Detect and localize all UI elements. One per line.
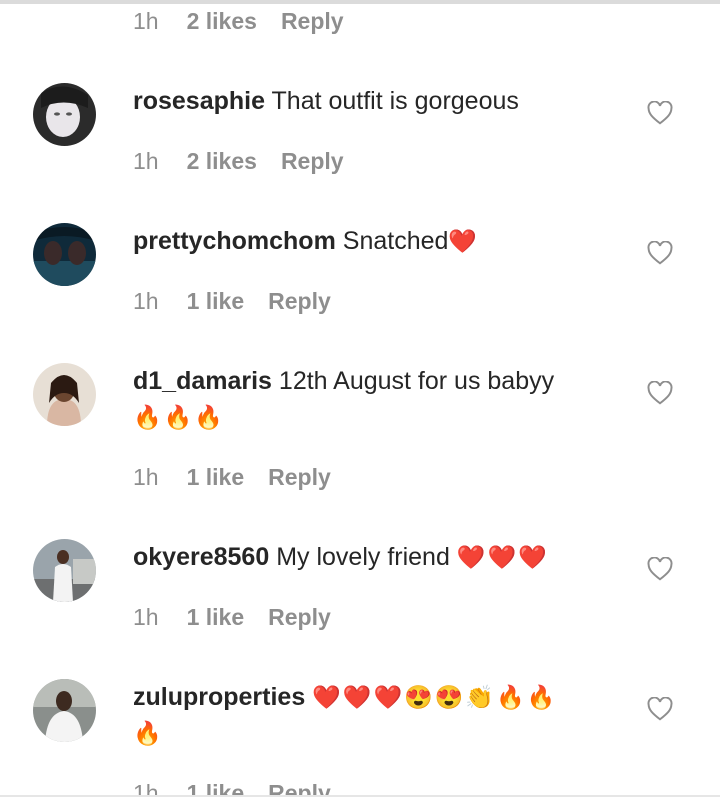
comment-emoji: 🔥: [133, 720, 164, 746]
reply-button[interactable]: Reply: [281, 148, 344, 175]
likes-count-link[interactable]: 1 like: [187, 288, 245, 315]
like-heart-icon[interactable]: [647, 241, 673, 267]
comment-username[interactable]: prettychomchom: [133, 227, 336, 255]
comment-time: 1h: [133, 287, 159, 314]
comment-body: prettychomchom Snatched❤️: [133, 223, 603, 259]
comment-text: My lovely friend: [276, 543, 450, 571]
comment-time: 1h: [133, 463, 159, 490]
likes-count-link[interactable]: 1 like: [187, 464, 245, 491]
likes-count-link[interactable]: 2 likes: [187, 148, 257, 175]
bottom-divider: [0, 795, 720, 797]
comment-meta-row: 1h 1 like Reply: [133, 284, 331, 318]
comment-username[interactable]: zuluproperties: [133, 683, 305, 711]
likes-count-link[interactable]: 1 like: [187, 604, 245, 631]
avatar[interactable]: [33, 83, 96, 146]
avatar[interactable]: [33, 363, 96, 426]
comment-username[interactable]: d1_damaris: [133, 367, 272, 395]
comment-emoji: ❤️❤️❤️😍😍👏🔥🔥: [312, 684, 558, 710]
comment-time: 1h: [133, 603, 159, 630]
likes-count-link[interactable]: 1 like: [187, 780, 245, 796]
like-heart-icon[interactable]: [647, 697, 673, 723]
like-heart-icon[interactable]: [647, 101, 673, 127]
comment-body: d1_damaris 12th August for us babyy 🔥🔥🔥: [133, 363, 603, 435]
comment-body: rosesaphie That outfit is gorgeous: [133, 83, 603, 119]
reply-button[interactable]: Reply: [268, 604, 331, 631]
comment-time: 1h: [133, 147, 159, 174]
like-heart-icon[interactable]: [647, 557, 673, 583]
comment-meta-row: 1h 2 likes Reply: [133, 144, 344, 178]
avatar[interactable]: [33, 223, 96, 286]
comment-emoji: 🔥🔥🔥: [133, 404, 225, 430]
comment-text: 12th August for us babyy: [278, 367, 555, 395]
avatar[interactable]: [33, 679, 96, 742]
comment-text: Snatched: [342, 227, 449, 255]
likes-count-link[interactable]: 2 likes: [187, 8, 257, 35]
comment-meta-row: 1h 2 likes Reply: [133, 4, 344, 38]
comment-username[interactable]: okyere8560: [133, 543, 269, 571]
comment-username[interactable]: rosesaphie: [133, 87, 265, 115]
comment-emoji: ❤️❤️❤️: [456, 544, 549, 570]
comment-time: 1h: [133, 7, 159, 34]
comment-meta-row: 1h 1 like Reply: [133, 460, 331, 494]
comment-time: 1h: [133, 779, 159, 796]
comment-meta-row: 1h 1 like Reply: [133, 776, 331, 796]
reply-button[interactable]: Reply: [268, 780, 331, 796]
reply-button[interactable]: Reply: [281, 8, 344, 35]
reply-button[interactable]: Reply: [268, 464, 331, 491]
comment-body: okyere8560 My lovely friend ❤️❤️❤️: [133, 539, 603, 575]
comment-list[interactable]: 1h 2 likes Reply rosesaphie That outfit …: [0, 0, 720, 795]
comment-emoji: ❤️: [448, 228, 480, 254]
comment-meta-row: 1h 1 like Reply: [133, 600, 331, 634]
comment-text: That outfit is gorgeous: [271, 87, 519, 115]
avatar[interactable]: [33, 539, 96, 602]
reply-button[interactable]: Reply: [268, 288, 331, 315]
like-heart-icon[interactable]: [647, 381, 673, 407]
comment-body: zuluproperties ❤️❤️❤️😍😍👏🔥🔥 🔥: [133, 679, 603, 751]
